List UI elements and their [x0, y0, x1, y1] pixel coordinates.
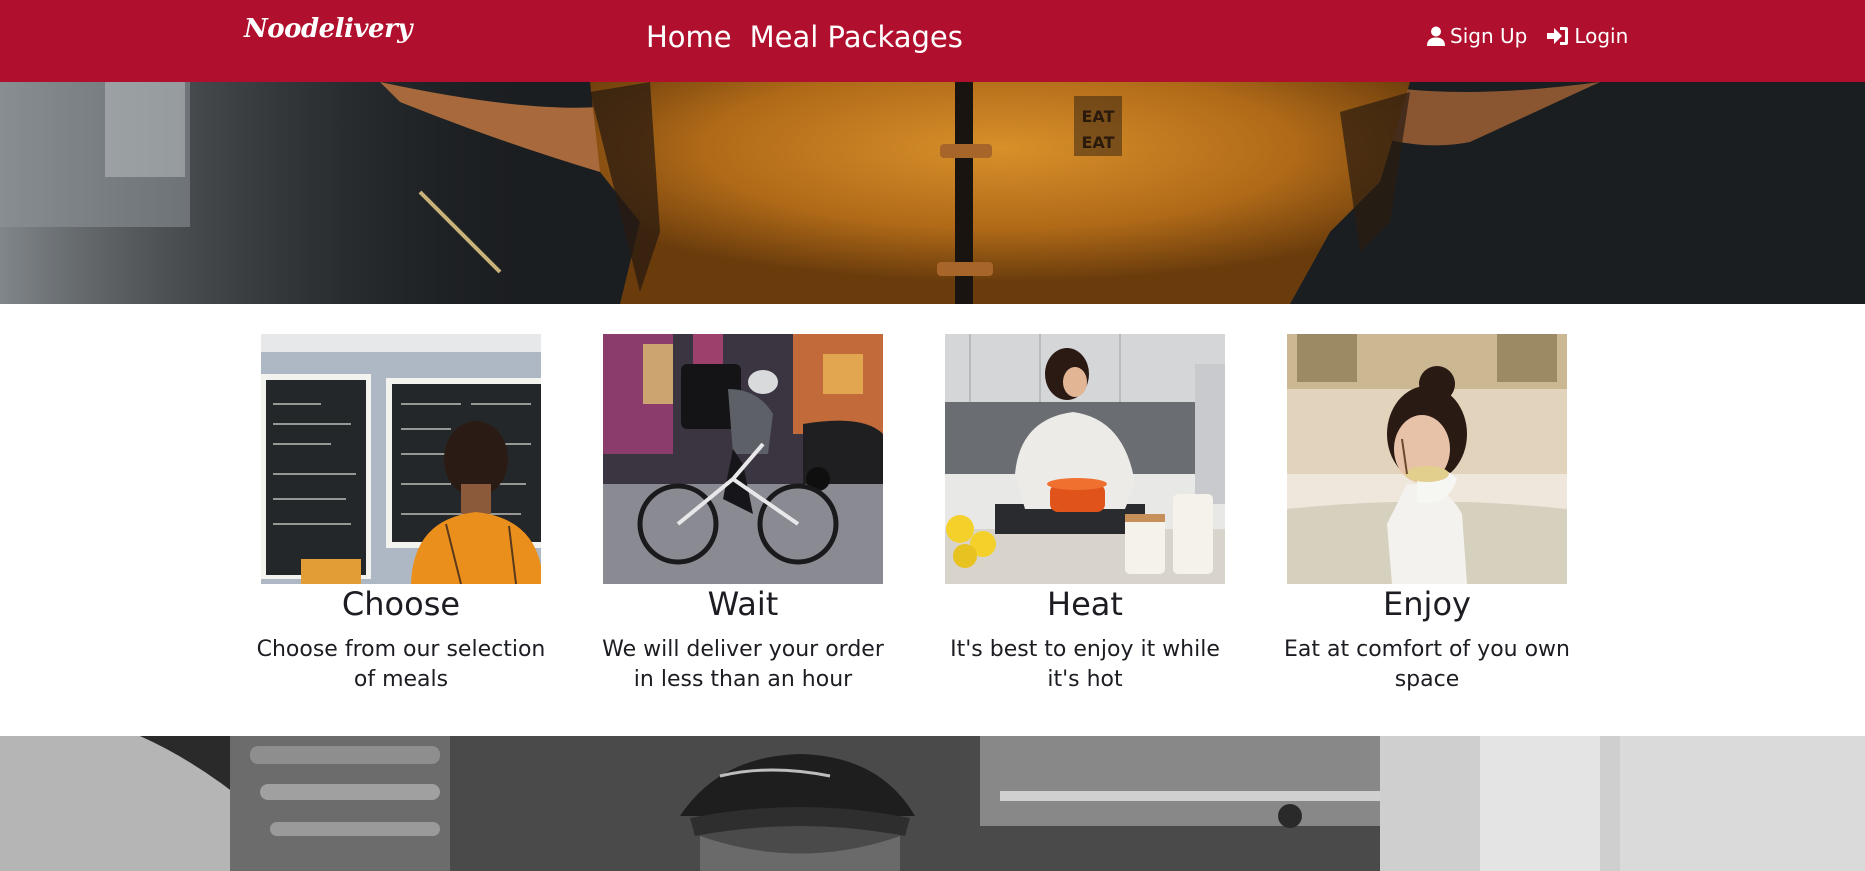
- step-title: Heat: [1047, 585, 1123, 623]
- step-image-heat: [945, 334, 1225, 584]
- step-title: Enjoy: [1383, 585, 1471, 623]
- user-icon: [1427, 26, 1445, 46]
- svg-text:EAT: EAT: [1082, 133, 1115, 152]
- step-title: Wait: [707, 585, 779, 623]
- login-link[interactable]: Login: [1547, 24, 1628, 48]
- shirt-logo-text: EAT: [1082, 107, 1115, 126]
- step-enjoy: Enjoy Eat at comfort of you own space: [1269, 334, 1585, 695]
- step-image-choose: [261, 334, 541, 584]
- nav-link-meal-packages[interactable]: Meal Packages: [750, 18, 963, 56]
- auth-links: Sign Up Login: [1427, 24, 1628, 48]
- step-description: Eat at comfort of you own space: [1284, 637, 1570, 692]
- bottom-banner-image: [0, 736, 1865, 871]
- login-label: Login: [1574, 24, 1629, 48]
- step-image-enjoy: [1287, 334, 1567, 584]
- step-choose: Choose Choose from our selection of meal…: [243, 334, 559, 695]
- hero-image: EAT EAT: [0, 82, 1865, 304]
- signup-label: Sign Up: [1450, 24, 1528, 48]
- step-description: We will deliver your order in less than …: [602, 637, 884, 692]
- step-wait: Wait We will deliver your order in less …: [585, 334, 901, 695]
- brand-logo[interactable]: Noodelivery: [244, 14, 412, 44]
- bottom-banner: [0, 736, 1865, 871]
- step-heat: Heat It's best to enjoy it while it's ho…: [927, 334, 1243, 695]
- nav-link-home[interactable]: Home: [646, 18, 732, 56]
- step-description: It's best to enjoy it while it's hot: [950, 637, 1220, 692]
- signup-link[interactable]: Sign Up: [1427, 24, 1527, 48]
- navbar: Noodelivery Home Meal Packages Sign Up L…: [0, 0, 1865, 82]
- how-it-works: Choose Choose from our selection of meal…: [0, 304, 1865, 736]
- main-nav: Home Meal Packages: [646, 18, 963, 56]
- step-title: Choose: [341, 585, 461, 623]
- sign-in-icon: [1547, 26, 1569, 46]
- step-image-wait: [603, 334, 883, 584]
- step-description: Choose from our selection of meals: [256, 637, 546, 692]
- hero-banner: EAT EAT: [0, 82, 1865, 304]
